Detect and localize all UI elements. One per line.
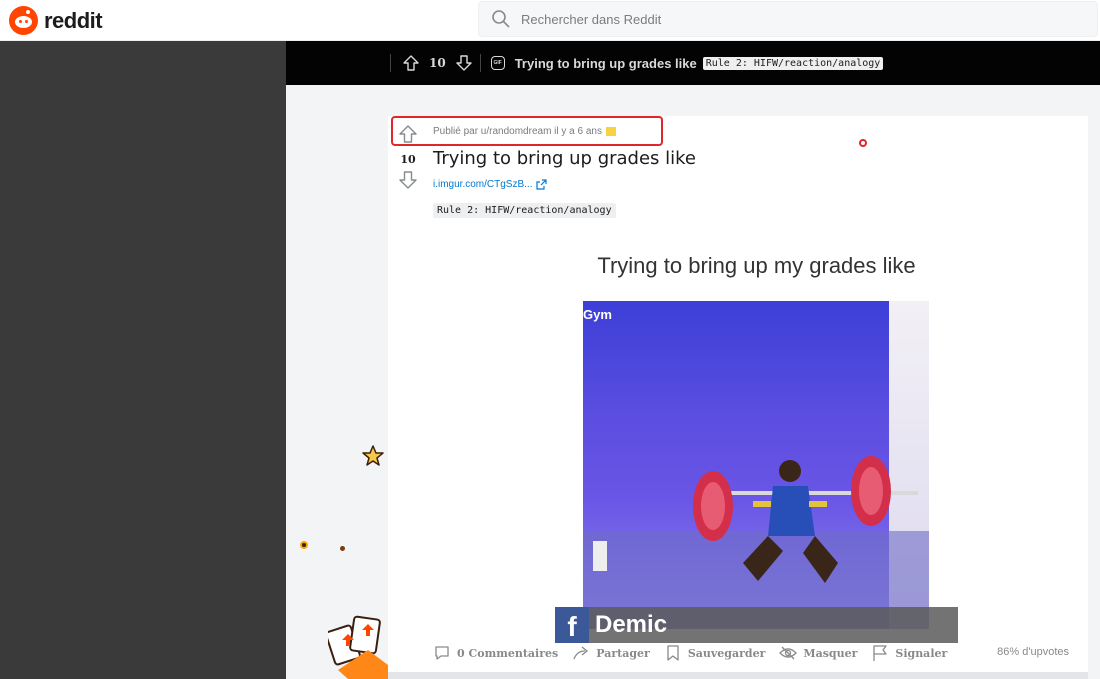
comments-button[interactable]: 0 Commentaires <box>433 644 558 662</box>
award-cards-icon <box>328 615 388 679</box>
logo-text: reddit <box>44 7 103 33</box>
gif-icon: GIF <box>490 56 505 70</box>
share-button[interactable]: Partager <box>572 644 650 662</box>
eye-slash-icon <box>779 646 798 660</box>
upvote-ratio: 86% d'upvotes <box>997 646 1069 658</box>
downvote-icon[interactable] <box>454 53 474 73</box>
divider <box>479 54 481 72</box>
report-button[interactable]: Signaler <box>871 644 947 662</box>
weightlifter-illustration <box>583 456 929 629</box>
post-title: Trying to bring up grades like <box>433 148 697 169</box>
save-label: Sauvegarder <box>687 646 766 660</box>
save-button[interactable]: Sauvegarder <box>664 644 766 662</box>
post-link-text[interactable]: i.imgur.com/CTgSzB... <box>433 179 532 190</box>
report-label: Signaler <box>895 646 948 660</box>
header-flair[interactable]: Rule 2: HIFW/reaction/analogy <box>702 56 884 70</box>
post-header-bar: 10 GIF Trying to bring up grades like Ru… <box>286 41 1100 85</box>
downvote-button[interactable] <box>398 170 418 195</box>
share-label: Partager <box>596 646 650 660</box>
header-score: 10 <box>429 56 446 70</box>
top-bar: reddit <box>0 0 1100 41</box>
reddit-logo[interactable]: reddit <box>9 6 103 35</box>
post-media[interactable]: Trying to bring up my grades like Gym f … <box>555 229 958 643</box>
comment-icon <box>435 646 449 660</box>
share-icon <box>573 646 589 660</box>
flag-icon <box>873 645 888 661</box>
post-meta: Publié par u/randomdream il y a 6 ans <box>433 126 616 137</box>
search-input[interactable] <box>521 11 1081 27</box>
confetti-dot <box>340 546 345 551</box>
upvote-button[interactable] <box>398 124 418 149</box>
award-icon[interactable] <box>605 127 616 136</box>
upvote-icon[interactable] <box>401 53 421 73</box>
facebook-overlay: f Demic <box>555 607 958 643</box>
facebook-icon: f <box>555 607 589 643</box>
vote-column: 10 <box>388 116 428 195</box>
external-link-icon <box>536 179 548 190</box>
footer-strip <box>388 672 1088 679</box>
hide-label: Masquer <box>803 646 858 660</box>
vote-score: 10 <box>400 153 416 166</box>
star-icon <box>362 445 384 466</box>
search-bar[interactable] <box>478 1 1098 37</box>
reddit-snoo-icon <box>9 6 38 35</box>
header-title: Trying to bring up grades like <box>514 55 697 71</box>
comments-label: 0 Commentaires <box>457 646 559 660</box>
facebook-page-name: Demic <box>595 611 668 638</box>
confetti-dot <box>300 541 308 549</box>
divider <box>390 54 391 72</box>
search-icon <box>492 10 510 28</box>
bookmark-icon <box>667 645 679 661</box>
posted-by[interactable]: Publié par u/randomdream il y a 6 ans <box>433 126 602 137</box>
media-image: Gym <box>583 301 929 629</box>
post-flair[interactable]: Rule 2: HIFW/reaction/analogy <box>433 203 616 218</box>
reddit-page: reddit 10 GIF Trying to bring up grades … <box>0 0 1100 679</box>
media-caption: Trying to bring up my grades like <box>597 253 916 278</box>
hide-button[interactable]: Masquer <box>779 644 857 662</box>
post-link[interactable]: i.imgur.com/CTgSzB... <box>433 179 548 190</box>
backdrop-overlay[interactable] <box>0 41 286 679</box>
post-actions: 0 Commentaires Partager Sauvegarder Masq… <box>433 640 1083 666</box>
post-card: 10 Publié par u/randomdream il y a 6 ans… <box>388 116 1088 679</box>
confetti-dot <box>859 139 867 147</box>
